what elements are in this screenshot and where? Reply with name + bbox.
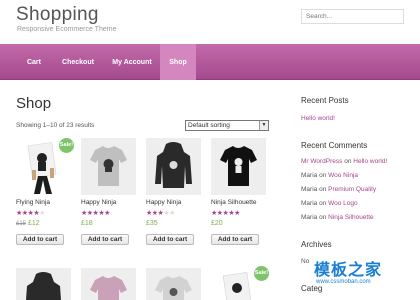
product-rating-stars: ★★★★★: [146, 210, 175, 217]
tshirt-icon: [81, 268, 136, 300]
comment-on-text: on: [319, 172, 327, 179]
hoodie-icon: [146, 138, 201, 195]
product-image[interactable]: [211, 138, 266, 195]
comment-author: Maria: [301, 214, 318, 221]
product-rating-stars: ★★★★★: [81, 210, 110, 217]
product-image[interactable]: [81, 138, 136, 195]
add-to-cart-button[interactable]: Add to cart: [211, 234, 259, 245]
product-image[interactable]: [81, 268, 136, 300]
result-count: Showing 1–10 of 23 results: [16, 122, 95, 129]
chevron-down-icon: ▼: [259, 121, 268, 130]
nav-item-shop[interactable]: Shop: [160, 44, 196, 80]
recent-post-link[interactable]: Hello world!: [301, 115, 335, 122]
watermark-url: www.cssmoban.com: [316, 279, 371, 285]
product-price: £35: [146, 220, 158, 227]
comment-on-text: on: [344, 158, 352, 165]
product-rating-stars: ★★★★★: [211, 210, 240, 217]
nav-item-checkout[interactable]: Checkout: [56, 44, 100, 80]
site-title[interactable]: Shopping: [16, 4, 99, 26]
comment-on-text: on: [319, 186, 327, 193]
recent-comments-title: Recent Comments: [301, 141, 368, 150]
add-to-cart-button[interactable]: Add to cart: [81, 234, 129, 245]
comment-post-link[interactable]: Woo Logo: [328, 200, 358, 207]
comment-post-link[interactable]: Woo Ninja: [328, 172, 358, 179]
comment-post-link[interactable]: Hello world!: [353, 158, 387, 165]
product-price: £20: [211, 220, 223, 227]
comment-item: Mr WordPress on Hello world!: [301, 158, 387, 165]
comment-author: Maria: [301, 172, 318, 179]
site-tagline: Responsive Ecommerce Theme: [17, 26, 117, 33]
add-to-cart-button[interactable]: Add to cart: [16, 234, 64, 245]
hoodie-icon: [16, 268, 71, 300]
current-price: £12: [28, 220, 40, 227]
tshirt-icon: [81, 138, 136, 195]
product-name[interactable]: Happy Ninja: [146, 199, 181, 206]
nav-item-cart[interactable]: Cart: [16, 44, 52, 80]
sale-badge: Sale!: [59, 138, 74, 153]
sorting-value: Default sorting: [188, 122, 230, 129]
tshirt-icon: [146, 268, 201, 300]
product-name[interactable]: Happy Ninja: [81, 199, 116, 206]
tshirt-icon: [211, 138, 266, 195]
product-price: £18: [81, 220, 93, 227]
comment-item: Maria on Woo Ninja: [301, 172, 358, 179]
comment-item: Maria on Premium Quality: [301, 186, 376, 193]
sorting-select[interactable]: Default sorting ▼: [185, 120, 269, 131]
product-name[interactable]: Flying Ninja: [16, 199, 50, 206]
product-rating-stars: ★★★★★: [16, 210, 45, 217]
comment-author: Maria: [301, 200, 318, 207]
add-to-cart-button[interactable]: Add to cart: [146, 234, 194, 245]
comment-on-text: on: [319, 214, 327, 221]
product-image[interactable]: [146, 268, 201, 300]
old-price: £15: [16, 221, 27, 227]
watermark-logo: 模板之家 www.cssmoban.com: [300, 252, 420, 300]
product-image[interactable]: [146, 138, 201, 195]
main-navbar: Cart Checkout My Account Shop: [0, 44, 420, 80]
comment-post-link[interactable]: Premium Quality: [328, 186, 376, 193]
nav-item-my-account[interactable]: My Account: [104, 44, 160, 80]
comment-on-text: on: [319, 200, 327, 207]
product-name[interactable]: Ninja Silhouette: [211, 199, 257, 206]
comment-author-link[interactable]: Mr WordPress: [301, 158, 342, 165]
page-title: Shop: [16, 95, 52, 112]
comment-item: Maria on Woo Logo: [301, 200, 358, 207]
watermark-text: 模板之家: [314, 262, 383, 279]
search-input[interactable]: [301, 9, 404, 24]
sale-badge: Sale!: [254, 266, 269, 281]
comment-author: Maria: [301, 186, 318, 193]
archives-title: Archives: [301, 240, 332, 249]
product-price: £15 £12: [16, 220, 40, 227]
comment-post-link[interactable]: Ninja Silhouette: [328, 214, 374, 221]
product-image[interactable]: [16, 268, 71, 300]
comment-item: Maria on Ninja Silhouette: [301, 214, 374, 221]
recent-posts-title: Recent Posts: [301, 96, 349, 105]
